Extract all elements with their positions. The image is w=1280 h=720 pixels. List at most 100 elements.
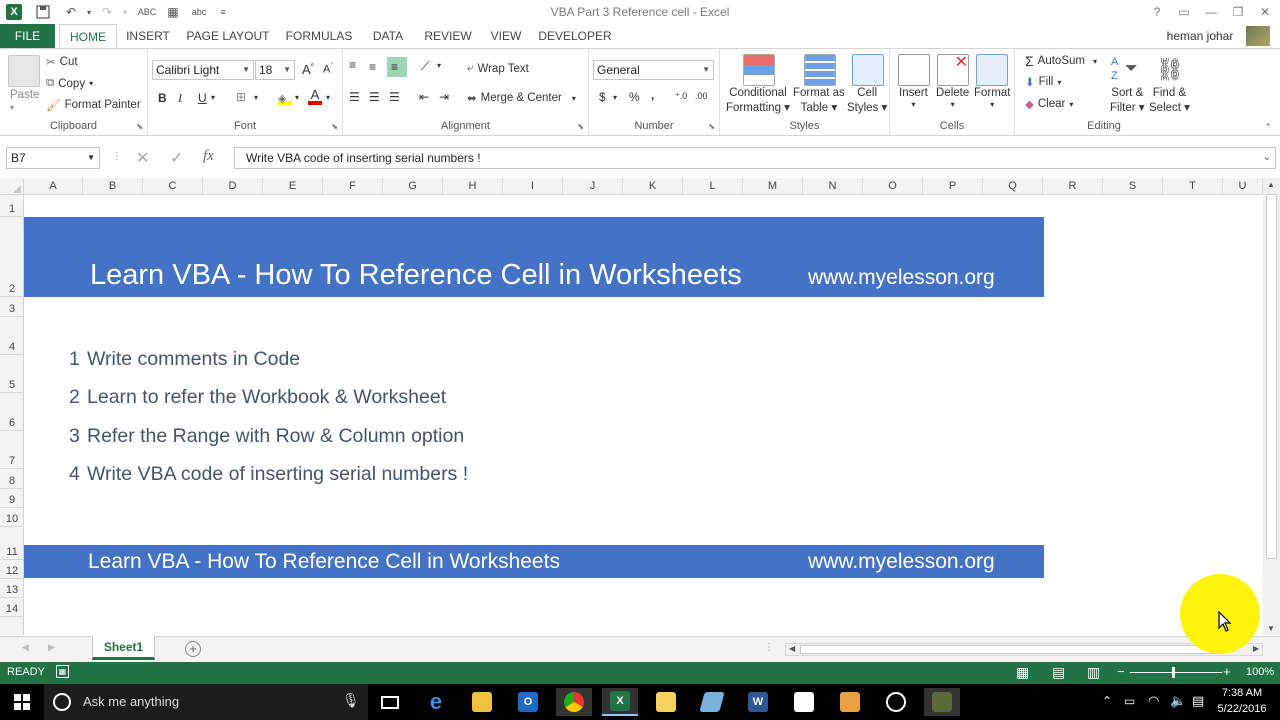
minimize-icon[interactable]: — (1197, 2, 1225, 22)
battery-icon[interactable]: ▭ (1124, 694, 1135, 708)
format-as-table-icon[interactable] (804, 54, 836, 86)
font-name-select[interactable]: Calibri Light ▼ (152, 60, 254, 80)
insert-cells-button[interactable]: Insert ▾ (899, 87, 928, 109)
orientation-dropdown-icon[interactable]: ▾ (437, 61, 441, 70)
conditional-formatting-button[interactable]: Conditional Formatting ▾ (726, 87, 790, 114)
tab-view[interactable]: VIEW (486, 24, 526, 48)
tab-data[interactable]: DATA (366, 24, 410, 48)
orientation-icon[interactable]: ⟋ (421, 59, 429, 74)
find-select-button[interactable]: Find & Select ▾ (1149, 87, 1190, 114)
horizontal-scrollbar[interactable]: ◀ ▶ (785, 643, 1263, 656)
sort-filter-button[interactable]: Sort & Filter ▾ (1110, 87, 1145, 114)
task-view-icon[interactable] (372, 688, 408, 716)
borders-icon[interactable]: ⊞ (236, 90, 246, 104)
fill-color-dropdown-icon[interactable]: ▾ (295, 93, 299, 102)
align-center-icon[interactable]: ☰ (369, 90, 380, 104)
find-select-icon[interactable]: ⛓ (1154, 55, 1186, 87)
bold-button[interactable]: B (158, 91, 167, 105)
autosum-button[interactable]: Σ AutoSum ▾ (1025, 53, 1097, 69)
wrap-text-button[interactable]: ⤶ Wrap Text (467, 62, 529, 75)
action-center-icon[interactable]: ▤ (1192, 693, 1204, 709)
paste-icon[interactable] (8, 55, 40, 87)
pen-app-icon[interactable] (694, 688, 730, 716)
comma-button[interactable]: , (651, 88, 654, 102)
row-header[interactable]: 9 (0, 489, 24, 508)
scroll-down-icon[interactable]: ▼ (1267, 624, 1275, 633)
insert-function-icon[interactable]: fx (203, 148, 214, 165)
decrease-indent-icon[interactable]: ⇤ (419, 90, 429, 104)
column-header[interactable]: F (323, 178, 383, 195)
restore-icon[interactable]: ❐ (1224, 2, 1252, 22)
vertical-scroll-thumb[interactable] (1266, 194, 1277, 559)
number-format-select[interactable]: General ▼ (593, 60, 714, 80)
volume-icon[interactable]: 🔈 (1170, 693, 1186, 709)
tab-insert[interactable]: INSERT (123, 24, 173, 48)
clock-date[interactable]: 5/22/2016 (1214, 703, 1270, 715)
alignment-launcher-icon[interactable]: ⬊ (577, 122, 584, 131)
column-header[interactable]: B (83, 178, 143, 195)
currency-button[interactable]: $ (599, 90, 606, 104)
font-color-dropdown-icon[interactable]: ▾ (326, 93, 330, 102)
font-color-icon[interactable]: A (308, 88, 322, 105)
normal-view-icon[interactable]: ▦ (1016, 664, 1029, 681)
column-header[interactable]: G (383, 178, 443, 195)
column-header[interactable]: I (503, 178, 563, 195)
outlook-icon[interactable]: O (510, 688, 546, 716)
zoom-level[interactable]: 100% (1246, 666, 1274, 678)
notes-app-icon[interactable] (648, 688, 684, 716)
column-header[interactable]: J (563, 178, 623, 195)
shrink-font-icon[interactable]: Aˇ (323, 63, 333, 76)
zoom-slider[interactable] (1130, 667, 1222, 678)
store-icon[interactable] (786, 688, 822, 716)
align-right-icon[interactable]: ☰ (389, 90, 400, 104)
user-avatar[interactable] (1246, 26, 1270, 46)
tab-file[interactable]: FILE (0, 24, 55, 48)
row-header[interactable]: 11 (0, 527, 24, 560)
column-header[interactable]: K (623, 178, 683, 195)
currency-dropdown-icon[interactable]: ▾ (613, 93, 617, 102)
column-header[interactable]: L (683, 178, 743, 195)
sheet-next-icon[interactable]: ▶ (48, 642, 55, 653)
paste-button[interactable]: Paste (10, 89, 39, 101)
paste-dropdown-icon[interactable]: ▾ (10, 103, 14, 112)
format-as-table-button[interactable]: Format as Table ▾ (793, 87, 845, 114)
microphone-icon[interactable]: 🎙 (342, 692, 360, 709)
file-explorer-icon[interactable] (464, 688, 500, 716)
name-box[interactable]: B7 ▼ (6, 147, 100, 169)
scroll-up-icon[interactable]: ▲ (1267, 180, 1275, 189)
zoom-slider-thumb[interactable] (1172, 667, 1175, 678)
page-break-view-icon[interactable]: ▥ (1087, 664, 1100, 681)
fill-button[interactable]: ⬇ Fill ▾ (1025, 75, 1061, 89)
user-name[interactable]: heman johar (1160, 24, 1240, 48)
wifi-icon[interactable]: ◠ (1148, 693, 1159, 709)
confirm-entry-icon[interactable]: ✓ (170, 148, 183, 168)
merge-center-button[interactable]: ⬌ Merge & Center ▾ (467, 91, 576, 105)
macro-record-icon[interactable]: ▦ (56, 665, 69, 678)
chrome-icon[interactable] (556, 688, 592, 716)
cortana-search-box[interactable]: Ask me anything 🎙 (44, 684, 368, 720)
underline-button[interactable]: U (198, 91, 207, 105)
media-app-icon[interactable] (832, 688, 868, 716)
decrease-decimal-icon[interactable]: .00 (695, 91, 708, 101)
column-header[interactable]: Q (983, 178, 1043, 195)
excel-app-icon[interactable]: X (602, 688, 638, 716)
select-all-corner[interactable] (0, 178, 24, 195)
show-hidden-icons-icon[interactable]: ⌃ (1102, 694, 1112, 708)
tab-developer[interactable]: DEVELOPER (538, 24, 612, 48)
cut-button[interactable]: ✂ Cut (46, 55, 78, 69)
underline-dropdown-icon[interactable]: ▾ (211, 93, 215, 102)
tab-page-layout[interactable]: PAGE LAYOUT (184, 24, 272, 48)
word-icon[interactable]: W (740, 688, 776, 716)
column-header[interactable]: C (143, 178, 203, 195)
new-sheet-icon[interactable]: + (185, 641, 201, 657)
row-header[interactable]: 14 (0, 598, 24, 617)
middle-align-icon[interactable]: ≡ (369, 60, 376, 74)
scroll-right-icon[interactable]: ▶ (1253, 644, 1259, 653)
scroll-left-icon[interactable]: ◀ (789, 644, 795, 653)
row-header[interactable]: 6 (0, 393, 24, 431)
column-header[interactable]: S (1103, 178, 1163, 195)
format-painter-button[interactable]: 🖌 Format Painter (46, 98, 141, 112)
grow-font-icon[interactable]: A^ (302, 62, 314, 77)
clear-button[interactable]: ◆ Clear ▾ (1025, 97, 1073, 111)
ribbon-display-icon[interactable]: ▭ (1170, 2, 1198, 22)
